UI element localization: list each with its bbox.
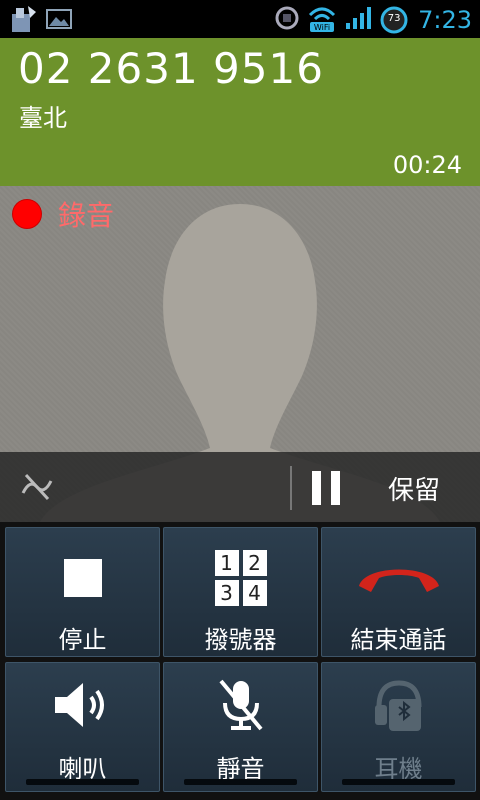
no-forward-icon [20,471,54,507]
phone-number: 02 2631 9516 [18,44,324,93]
stop-icon [63,559,102,597]
speaker-toggle-indicator [26,779,139,785]
status-bar-right: WiFi 73 7:23 [274,3,472,37]
battery-level: 73 [387,13,401,24]
call-info-panel: 02 2631 9516 臺北 00:24 [0,38,480,186]
svg-text:WiFi: WiFi [314,23,330,32]
hold-button-label[interactable]: 保留 [388,470,440,507]
pause-icon[interactable] [312,471,342,505]
status-bar: WiFi 73 7:23 [0,0,480,38]
notification-app-icon [10,4,38,38]
caller-location: 臺北 [19,104,67,132]
mute-button[interactable]: 靜音 [163,662,318,792]
picture-icon [46,8,72,34]
recording-indicator: 錄音 [12,194,114,234]
bluetooth-headset-icon [369,677,429,737]
status-bar-left [10,4,72,38]
headset-toggle-indicator [342,779,455,785]
speaker-icon [51,679,115,735]
stop-label: 停止 [58,626,107,654]
call-options-bar: 保留 [0,452,480,522]
mute-icon [215,677,267,737]
record-dot-icon [12,199,42,229]
stop-recording-button[interactable]: 停止 [5,527,160,657]
contact-photo: 錄音 保留 [0,186,480,522]
mute-toggle-indicator [184,779,297,785]
sync-icon [274,4,300,36]
signal-icon [344,5,374,35]
clock: 7:23 [418,6,472,34]
end-call-button[interactable]: 結束通話 [321,527,476,657]
wifi-icon: WiFi [306,3,338,37]
dialpad-button[interactable]: 1 2 3 4 撥號器 [163,527,318,657]
dialpad-label: 撥號器 [204,626,277,654]
speaker-button[interactable]: 喇叭 [5,662,160,792]
divider [290,466,292,510]
call-duration: 00:24 [392,151,462,179]
dialpad-icon: 1 2 3 4 [214,550,267,606]
battery-icon: 73 [380,6,408,34]
end-call-icon [353,556,445,600]
end-call-label: 結束通話 [350,626,447,654]
recording-label: 錄音 [58,199,115,232]
headset-button[interactable]: 耳機 [321,662,476,792]
in-call-controls: 停止 1 2 3 4 撥號器 結束通話 喇叭 靜音 耳機 [0,522,480,800]
